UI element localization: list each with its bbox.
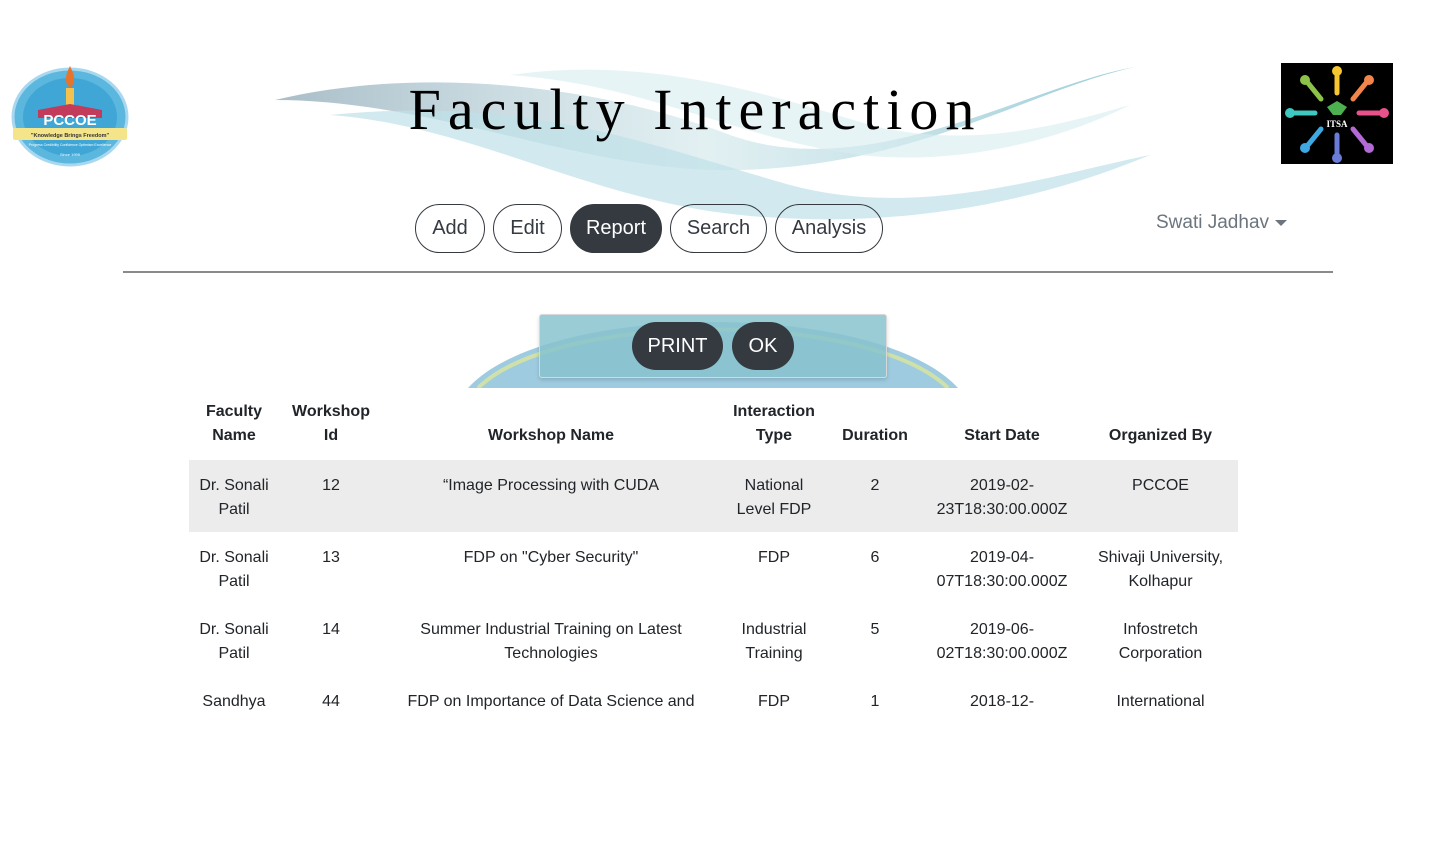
cell-duration: 1: [870, 693, 880, 710]
itsa-logo: ITSA: [1281, 63, 1393, 164]
cell-workshop-id: 13: [322, 549, 340, 566]
cell-faculty-name: Sandhya: [202, 693, 266, 710]
nav-search-button[interactable]: Search: [670, 204, 767, 253]
cell-workshop-name: Summer Industrial Training on Latest Tec…: [420, 621, 682, 662]
print-button[interactable]: PRINT: [632, 322, 723, 370]
nav-edit-button[interactable]: Edit: [493, 204, 562, 253]
cell-organized-by: PCCOE: [1083, 460, 1238, 532]
svg-text:Progress Credibility Confidenc: Progress Credibility Confidence Optimism…: [29, 143, 112, 147]
table-header-row: Faculty Name Workshop Id Workshop Name I…: [189, 396, 1238, 460]
cell-faculty-name: Dr. Sonali Patil: [199, 621, 269, 662]
cell-organized-by: Shivaji University, Kolhapur: [1097, 549, 1224, 590]
cell-interaction-type: National Level FDP: [719, 460, 829, 532]
svg-text:ITSA: ITSA: [1326, 119, 1348, 129]
nav-add-button[interactable]: Add: [415, 204, 485, 253]
cell-start-date: 2019-06-02T18:30:00.000Z: [936, 621, 1068, 662]
cell-workshop-id: 44: [322, 693, 340, 710]
cell-start-date: 2019-04-07T18:30:00.000Z: [936, 549, 1068, 590]
cell-interaction-type: Industrial Training: [741, 621, 807, 662]
cell-organized-by: Infostretch Corporation: [1118, 621, 1203, 662]
user-menu-dropdown[interactable]: Swati Jadhav: [1156, 212, 1288, 234]
svg-text:Since 1999: Since 1999: [60, 152, 81, 157]
svg-text:"Knowledge Brings Freedom": "Knowledge Brings Freedom": [31, 133, 110, 139]
table-row: Sandhya 44 FDP on Importance of Data Sci…: [189, 676, 1238, 724]
cell-duration: 6: [870, 549, 880, 566]
header-divider: [123, 271, 1333, 273]
cell-workshop-name: “Image Processing with CUDA: [383, 460, 719, 532]
page-title: Faculty Interaction: [408, 77, 982, 142]
ok-button[interactable]: OK: [732, 322, 794, 370]
table-row: Dr. Sonali Patil 13 FDP on "Cyber Securi…: [189, 532, 1238, 604]
col-header-duration[interactable]: Duration: [829, 396, 921, 460]
svg-text:PCCOE: PCCOE: [43, 112, 96, 129]
cell-workshop-name: FDP on "Cyber Security": [463, 549, 639, 566]
cell-interaction-type: FDP: [758, 549, 790, 566]
report-table: Faculty Name Workshop Id Workshop Name I…: [189, 396, 1238, 724]
nav-analysis-button[interactable]: Analysis: [775, 204, 883, 253]
table-row: Dr. Sonali Patil 14 Summer Industrial Tr…: [189, 604, 1238, 676]
col-header-organized-by[interactable]: Organized By: [1083, 396, 1238, 460]
cell-workshop-name: FDP on Importance of Data Science and: [407, 693, 695, 710]
table-row: Dr. Sonali Patil 12 “Image Processing wi…: [189, 460, 1238, 532]
pccoe-logo: PCCOE "Knowledge Brings Freedom" Progres…: [10, 62, 130, 167]
cell-workshop-id: 12: [279, 460, 383, 532]
user-name: Swati Jadhav: [1156, 212, 1270, 233]
cell-start-date: 2018-12-: [969, 693, 1035, 710]
col-header-start-date[interactable]: Start Date: [921, 396, 1083, 460]
cell-faculty-name: Dr. Sonali Patil: [199, 549, 269, 590]
cell-duration: 2: [829, 460, 921, 532]
caret-down-icon: [1275, 220, 1288, 226]
col-header-faculty-name[interactable]: Faculty Name: [189, 396, 279, 460]
viewport-bottom-edge: [0, 784, 1448, 862]
cell-interaction-type: FDP: [758, 693, 790, 710]
cell-start-date: 2019-02-23T18:30:00.000Z: [921, 460, 1083, 532]
col-header-workshop-id[interactable]: Workshop Id: [279, 396, 383, 460]
cell-duration: 5: [870, 621, 880, 638]
cell-organized-by: International: [1116, 693, 1205, 710]
col-header-interaction-type[interactable]: Interaction Type: [719, 396, 829, 460]
nav-report-button[interactable]: Report: [570, 204, 662, 253]
cell-faculty-name: Dr. Sonali Patil: [189, 460, 279, 532]
cell-workshop-id: 14: [322, 621, 340, 638]
col-header-workshop-name[interactable]: Workshop Name: [383, 396, 719, 460]
